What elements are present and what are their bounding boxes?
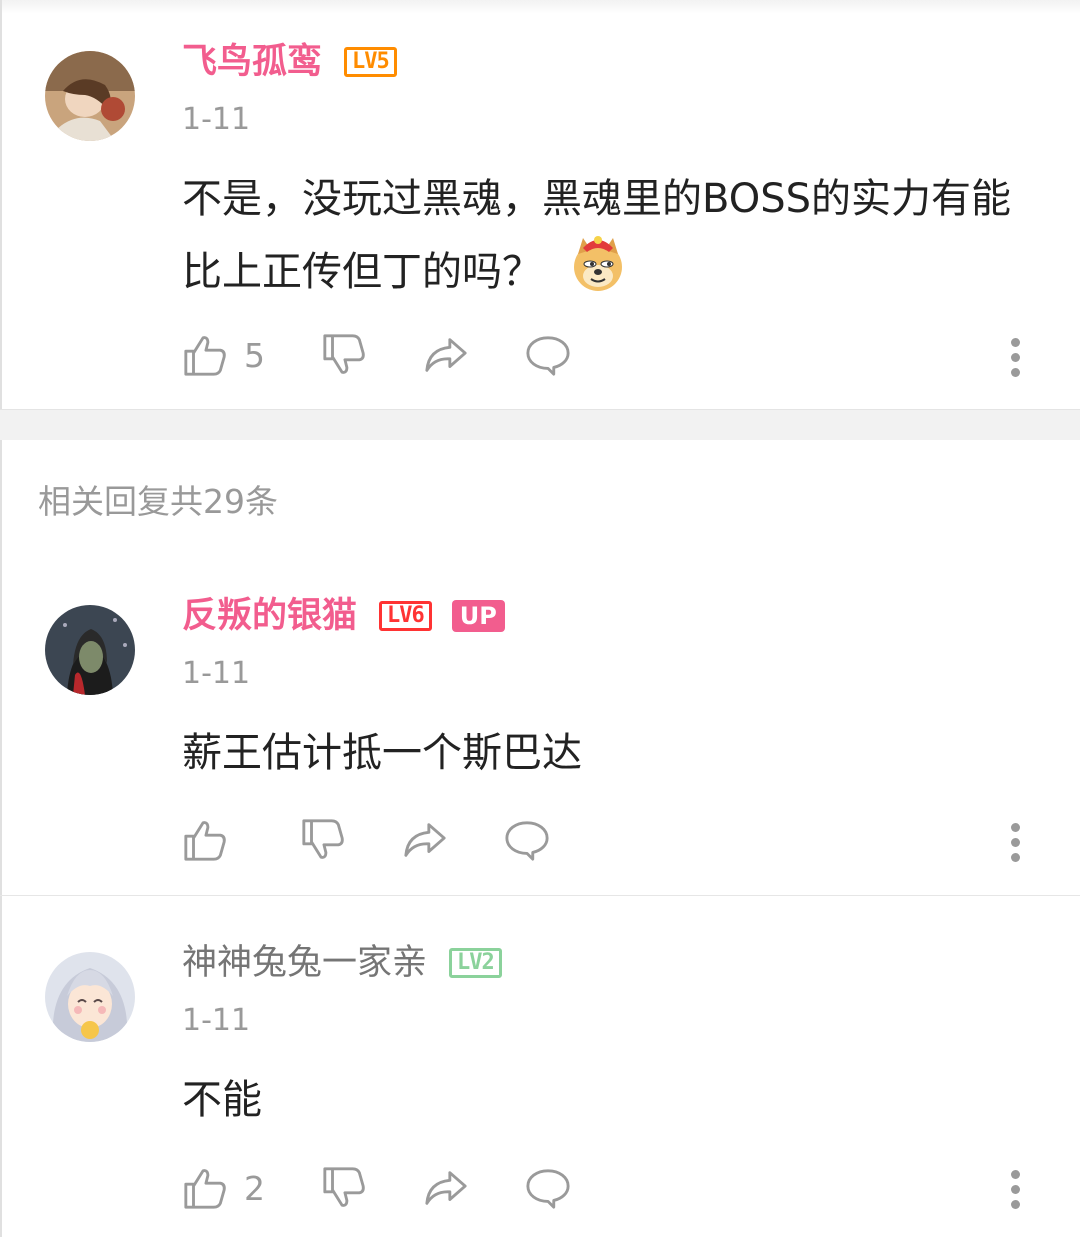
action-bar: 2 — [182, 1163, 627, 1213]
avatar[interactable] — [45, 51, 135, 141]
doge-emoji-icon — [569, 234, 627, 314]
reply-button[interactable] — [525, 1165, 571, 1211]
up-badge: UP — [451, 600, 505, 632]
comment-date: 1-11 — [182, 102, 251, 137]
like-button[interactable] — [182, 817, 244, 863]
like-button[interactable]: 5 — [182, 332, 265, 378]
share-icon — [425, 338, 467, 372]
comment-date: 1-11 — [182, 1003, 251, 1038]
comment-text: 薪王估计抵一个斯巴达 — [182, 730, 582, 776]
avatar[interactable] — [45, 605, 135, 695]
dislike-button[interactable] — [321, 332, 367, 378]
username[interactable]: 反叛的银猫 — [182, 594, 357, 638]
avatar-image — [45, 51, 135, 141]
share-button[interactable] — [402, 817, 448, 863]
comment-date: 1-11 — [182, 656, 251, 691]
share-icon — [404, 823, 446, 857]
like-count: 2 — [244, 1168, 265, 1208]
username[interactable]: 神神兔兔一家亲 — [182, 941, 427, 985]
like-count: 5 — [244, 335, 265, 375]
more-vertical-icon[interactable] — [1005, 823, 1025, 867]
comment-icon — [526, 336, 570, 376]
username-row: 神神兔兔一家亲 LV2 — [182, 941, 502, 985]
thumbs-up-icon — [184, 1169, 226, 1209]
comment-text: 不是，没玩过黑魂，黑魂里的BOSS的实力有能比上正传但丁的吗？ — [182, 164, 1020, 314]
thumbs-up-icon — [184, 821, 226, 861]
section-gap — [0, 409, 1080, 440]
level-badge: LV6 — [379, 601, 432, 631]
dislike-button[interactable] — [300, 817, 346, 863]
thumbs-up-icon — [184, 336, 226, 376]
reply-item: 神神兔兔一家亲 LV2 1-11 不能 2 — [0, 922, 1080, 1237]
thumbs-down-icon — [323, 1167, 365, 1207]
comment-icon — [526, 1169, 570, 1209]
reply-item: 反叛的银猫 LV6 UP 1-11 薪王估计抵一个斯巴达 — [0, 575, 1080, 895]
comment-icon — [505, 821, 549, 861]
reply-button[interactable] — [504, 817, 550, 863]
avatar[interactable] — [45, 952, 135, 1042]
username-row: 飞鸟孤鸾 LV5 — [182, 40, 397, 84]
more-vertical-icon[interactable] — [1005, 338, 1025, 382]
action-bar — [182, 815, 606, 865]
level-badge: LV5 — [344, 47, 397, 77]
main-comment: 飞鸟孤鸾 LV5 1-11 不是，没玩过黑魂，黑魂里的BOSS的实力有能比上正传… — [0, 0, 1080, 409]
reply-button[interactable] — [525, 332, 571, 378]
avatar-image — [45, 952, 135, 1042]
divider — [0, 895, 1080, 896]
username-row: 反叛的银猫 LV6 UP — [182, 594, 505, 638]
thumbs-down-icon — [323, 334, 365, 374]
username[interactable]: 飞鸟孤鸾 — [182, 40, 322, 84]
dislike-button[interactable] — [321, 1165, 367, 1211]
share-button[interactable] — [423, 332, 469, 378]
share-icon — [425, 1171, 467, 1205]
share-button[interactable] — [423, 1165, 469, 1211]
comment-text: 不能 — [182, 1077, 262, 1123]
avatar-image — [45, 605, 135, 695]
level-badge: LV2 — [449, 948, 502, 978]
replies-header: 相关回复共29条 — [38, 482, 278, 521]
action-bar: 5 — [182, 330, 627, 380]
like-button[interactable]: 2 — [182, 1165, 265, 1211]
thumbs-down-icon — [302, 819, 344, 859]
more-vertical-icon[interactable] — [1005, 1170, 1025, 1214]
